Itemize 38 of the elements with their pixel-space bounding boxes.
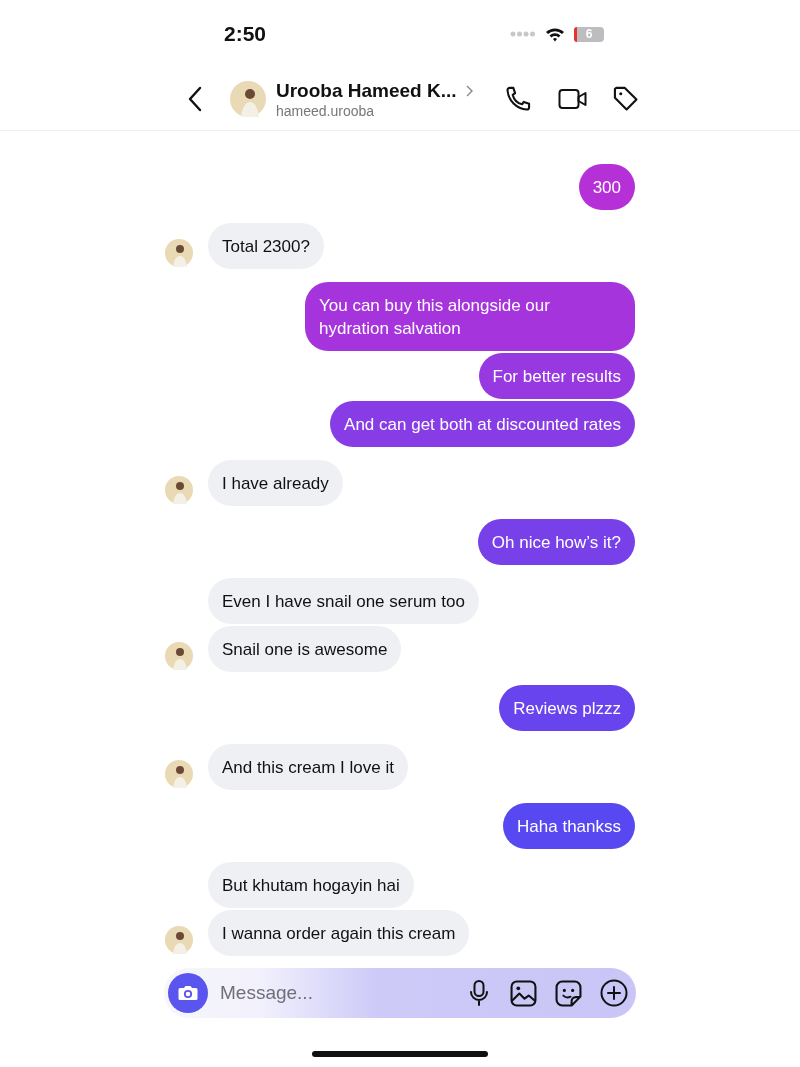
avatar[interactable] <box>165 476 193 504</box>
received-message: And this cream I love it <box>208 744 408 790</box>
avatar[interactable] <box>165 760 193 788</box>
wifi-icon <box>545 26 565 42</box>
sent-message: Reviews plzzz <box>499 685 635 731</box>
image-icon[interactable] <box>510 979 537 1007</box>
battery-icon: 6 <box>574 26 604 42</box>
sent-message: You can buy this alongside our hydration salvation <box>305 282 635 351</box>
contact-handle: hameed.urooba <box>276 102 376 119</box>
signal-icon <box>510 31 536 37</box>
video-icon[interactable] <box>558 86 588 112</box>
received-message: I have already <box>208 460 343 506</box>
camera-button[interactable] <box>168 973 208 1013</box>
avatar[interactable] <box>165 239 193 267</box>
avatar[interactable] <box>230 81 266 117</box>
avatar[interactable] <box>165 642 193 670</box>
received-message: Total 2300? <box>208 223 324 269</box>
add-icon[interactable] <box>600 979 628 1007</box>
microphone-icon[interactable] <box>468 979 490 1007</box>
sent-message: For better results <box>478 353 635 399</box>
received-message: Even I have snail one serum too <box>208 578 479 624</box>
contact-name[interactable]: Urooba Hameed K... <box>276 79 457 102</box>
avatar[interactable] <box>165 926 193 954</box>
tag-icon[interactable] <box>612 85 640 113</box>
status-time: 2:50 <box>224 22 267 46</box>
received-message: But khutam hogayin hai <box>208 862 414 908</box>
sent-message: Haha thankss <box>503 803 635 849</box>
phone-icon[interactable] <box>504 85 532 113</box>
sent-message: And can get both at discounted rates <box>330 401 635 447</box>
sent-message: Oh nice how’s it? <box>477 519 635 565</box>
sticker-icon[interactable] <box>555 979 582 1007</box>
chevron-icon <box>465 84 473 97</box>
received-message: I wanna order again this cream <box>208 910 470 956</box>
back-icon[interactable] <box>188 86 202 112</box>
received-message: Snail one is awesome <box>208 626 402 672</box>
sent-message: 300 <box>578 164 635 210</box>
message-field[interactable]: Message... <box>218 981 468 1005</box>
message-bar[interactable]: Message... <box>164 968 636 1018</box>
